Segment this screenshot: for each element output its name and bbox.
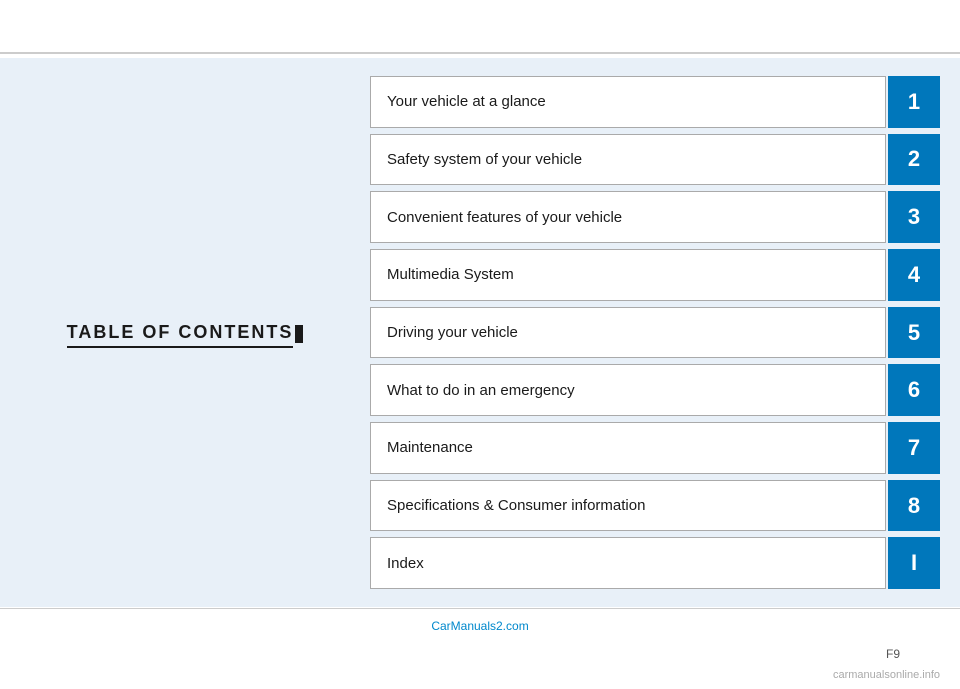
toc-item-number: I — [888, 537, 940, 589]
toc-item-number: 2 — [888, 134, 940, 186]
toc-item-number: 1 — [888, 76, 940, 128]
watermark: CarManuals2.com — [431, 619, 528, 633]
toc-item-number: 4 — [888, 249, 940, 301]
right-panel: Your vehicle at a glance1Safety system o… — [370, 58, 960, 607]
toc-item[interactable]: Your vehicle at a glance1 — [370, 76, 940, 128]
toc-item[interactable]: What to do in an emergency6 — [370, 364, 940, 416]
cursor-icon — [295, 325, 303, 343]
toc-item-number: 7 — [888, 422, 940, 474]
toc-item[interactable]: Convenient features of your vehicle3 — [370, 191, 940, 243]
toc-item-label: Convenient features of your vehicle — [370, 191, 886, 243]
toc-item-label: Maintenance — [370, 422, 886, 474]
toc-item[interactable]: Multimedia System4 — [370, 249, 940, 301]
main-content: TABLE OF CONTENTS Your vehicle at a glan… — [0, 58, 960, 607]
toc-item[interactable]: Specifications & Consumer information8 — [370, 480, 940, 532]
toc-item[interactable]: Driving your vehicle5 — [370, 307, 940, 359]
toc-title-container: TABLE OF CONTENTS — [67, 322, 304, 343]
left-panel: TABLE OF CONTENTS — [0, 58, 370, 607]
toc-item-label: Index — [370, 537, 886, 589]
site-watermark: carmanualsonline.info — [833, 669, 940, 681]
toc-item-number: 5 — [888, 307, 940, 359]
toc-item-label: What to do in an emergency — [370, 364, 886, 416]
toc-item-label: Your vehicle at a glance — [370, 76, 886, 128]
toc-item-label: Multimedia System — [370, 249, 886, 301]
toc-item[interactable]: Maintenance7 — [370, 422, 940, 474]
page-number: F9 — [886, 647, 900, 661]
toc-title: TABLE OF CONTENTS — [67, 322, 294, 348]
toc-item-label: Safety system of your vehicle — [370, 134, 886, 186]
toc-item-number: 8 — [888, 480, 940, 532]
toc-item-number: 6 — [888, 364, 940, 416]
toc-item[interactable]: IndexI — [370, 537, 940, 589]
top-divider — [0, 52, 960, 54]
toc-item-number: 3 — [888, 191, 940, 243]
toc-item-label: Specifications & Consumer information — [370, 480, 886, 532]
toc-item[interactable]: Safety system of your vehicle2 — [370, 134, 940, 186]
toc-item-label: Driving your vehicle — [370, 307, 886, 359]
bottom-divider — [0, 608, 960, 610]
